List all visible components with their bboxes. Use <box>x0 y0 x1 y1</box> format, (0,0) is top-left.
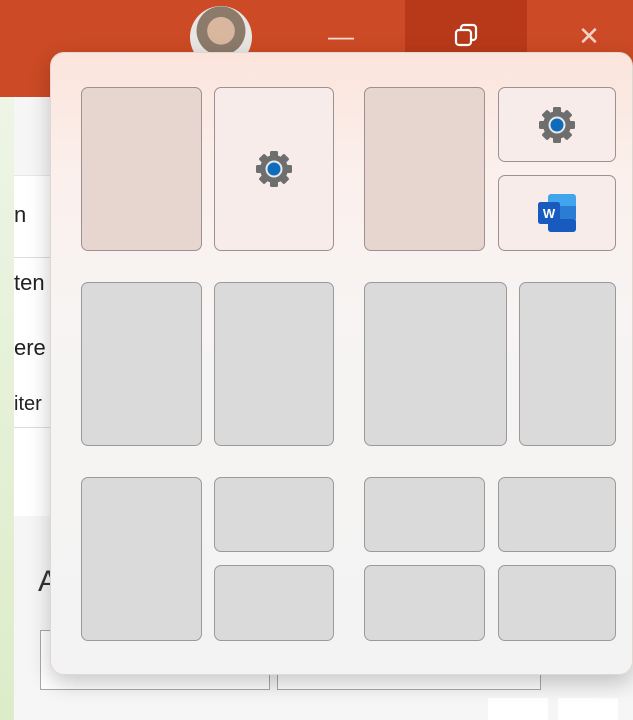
snap-zone-layout1-left[interactable] <box>81 87 202 251</box>
left-panel <box>0 97 14 720</box>
snap-zone-layout1-right[interactable] <box>214 87 334 251</box>
settings-gear-icon <box>256 151 292 187</box>
snap-zone-layout5-left[interactable] <box>81 477 202 641</box>
minimize-icon: — <box>328 20 354 51</box>
snap-zone-layout3-left[interactable] <box>81 282 202 446</box>
snap-zone-layout5-bottom-right[interactable] <box>214 565 334 641</box>
snap-layouts-flyout: W <box>50 52 633 675</box>
word-icon: W <box>538 194 576 232</box>
snap-zone-layout5-top-right[interactable] <box>214 477 334 552</box>
snap-zone-layout6-top-right[interactable] <box>498 477 616 552</box>
snap-zone-layout4-right[interactable] <box>519 282 616 446</box>
menu-text-fragment[interactable]: iter <box>14 393 42 416</box>
button[interactable] <box>558 698 618 720</box>
snap-zone-layout2-top-right[interactable] <box>498 87 616 162</box>
snap-zone-layout6-bottom-right[interactable] <box>498 565 616 641</box>
menu-text-fragment[interactable]: ere <box>14 335 46 361</box>
menu-text-fragment[interactable]: ten <box>14 270 45 296</box>
word-letter: W <box>543 206 556 221</box>
snap-zone-layout2-bottom-right[interactable]: W <box>498 175 616 251</box>
snap-zone-layout3-right[interactable] <box>214 282 334 446</box>
snap-zone-layout2-left[interactable] <box>364 87 485 251</box>
close-icon: ✕ <box>578 20 600 51</box>
button[interactable] <box>488 698 548 720</box>
snap-zone-layout4-left[interactable] <box>364 282 507 446</box>
snap-zone-layout6-bottom-left[interactable] <box>364 565 485 641</box>
settings-gear-icon <box>539 106 575 143</box>
snap-zone-layout6-top-left[interactable] <box>364 477 485 552</box>
menu-text-fragment[interactable]: n <box>14 202 26 228</box>
restore-icon <box>454 23 478 47</box>
